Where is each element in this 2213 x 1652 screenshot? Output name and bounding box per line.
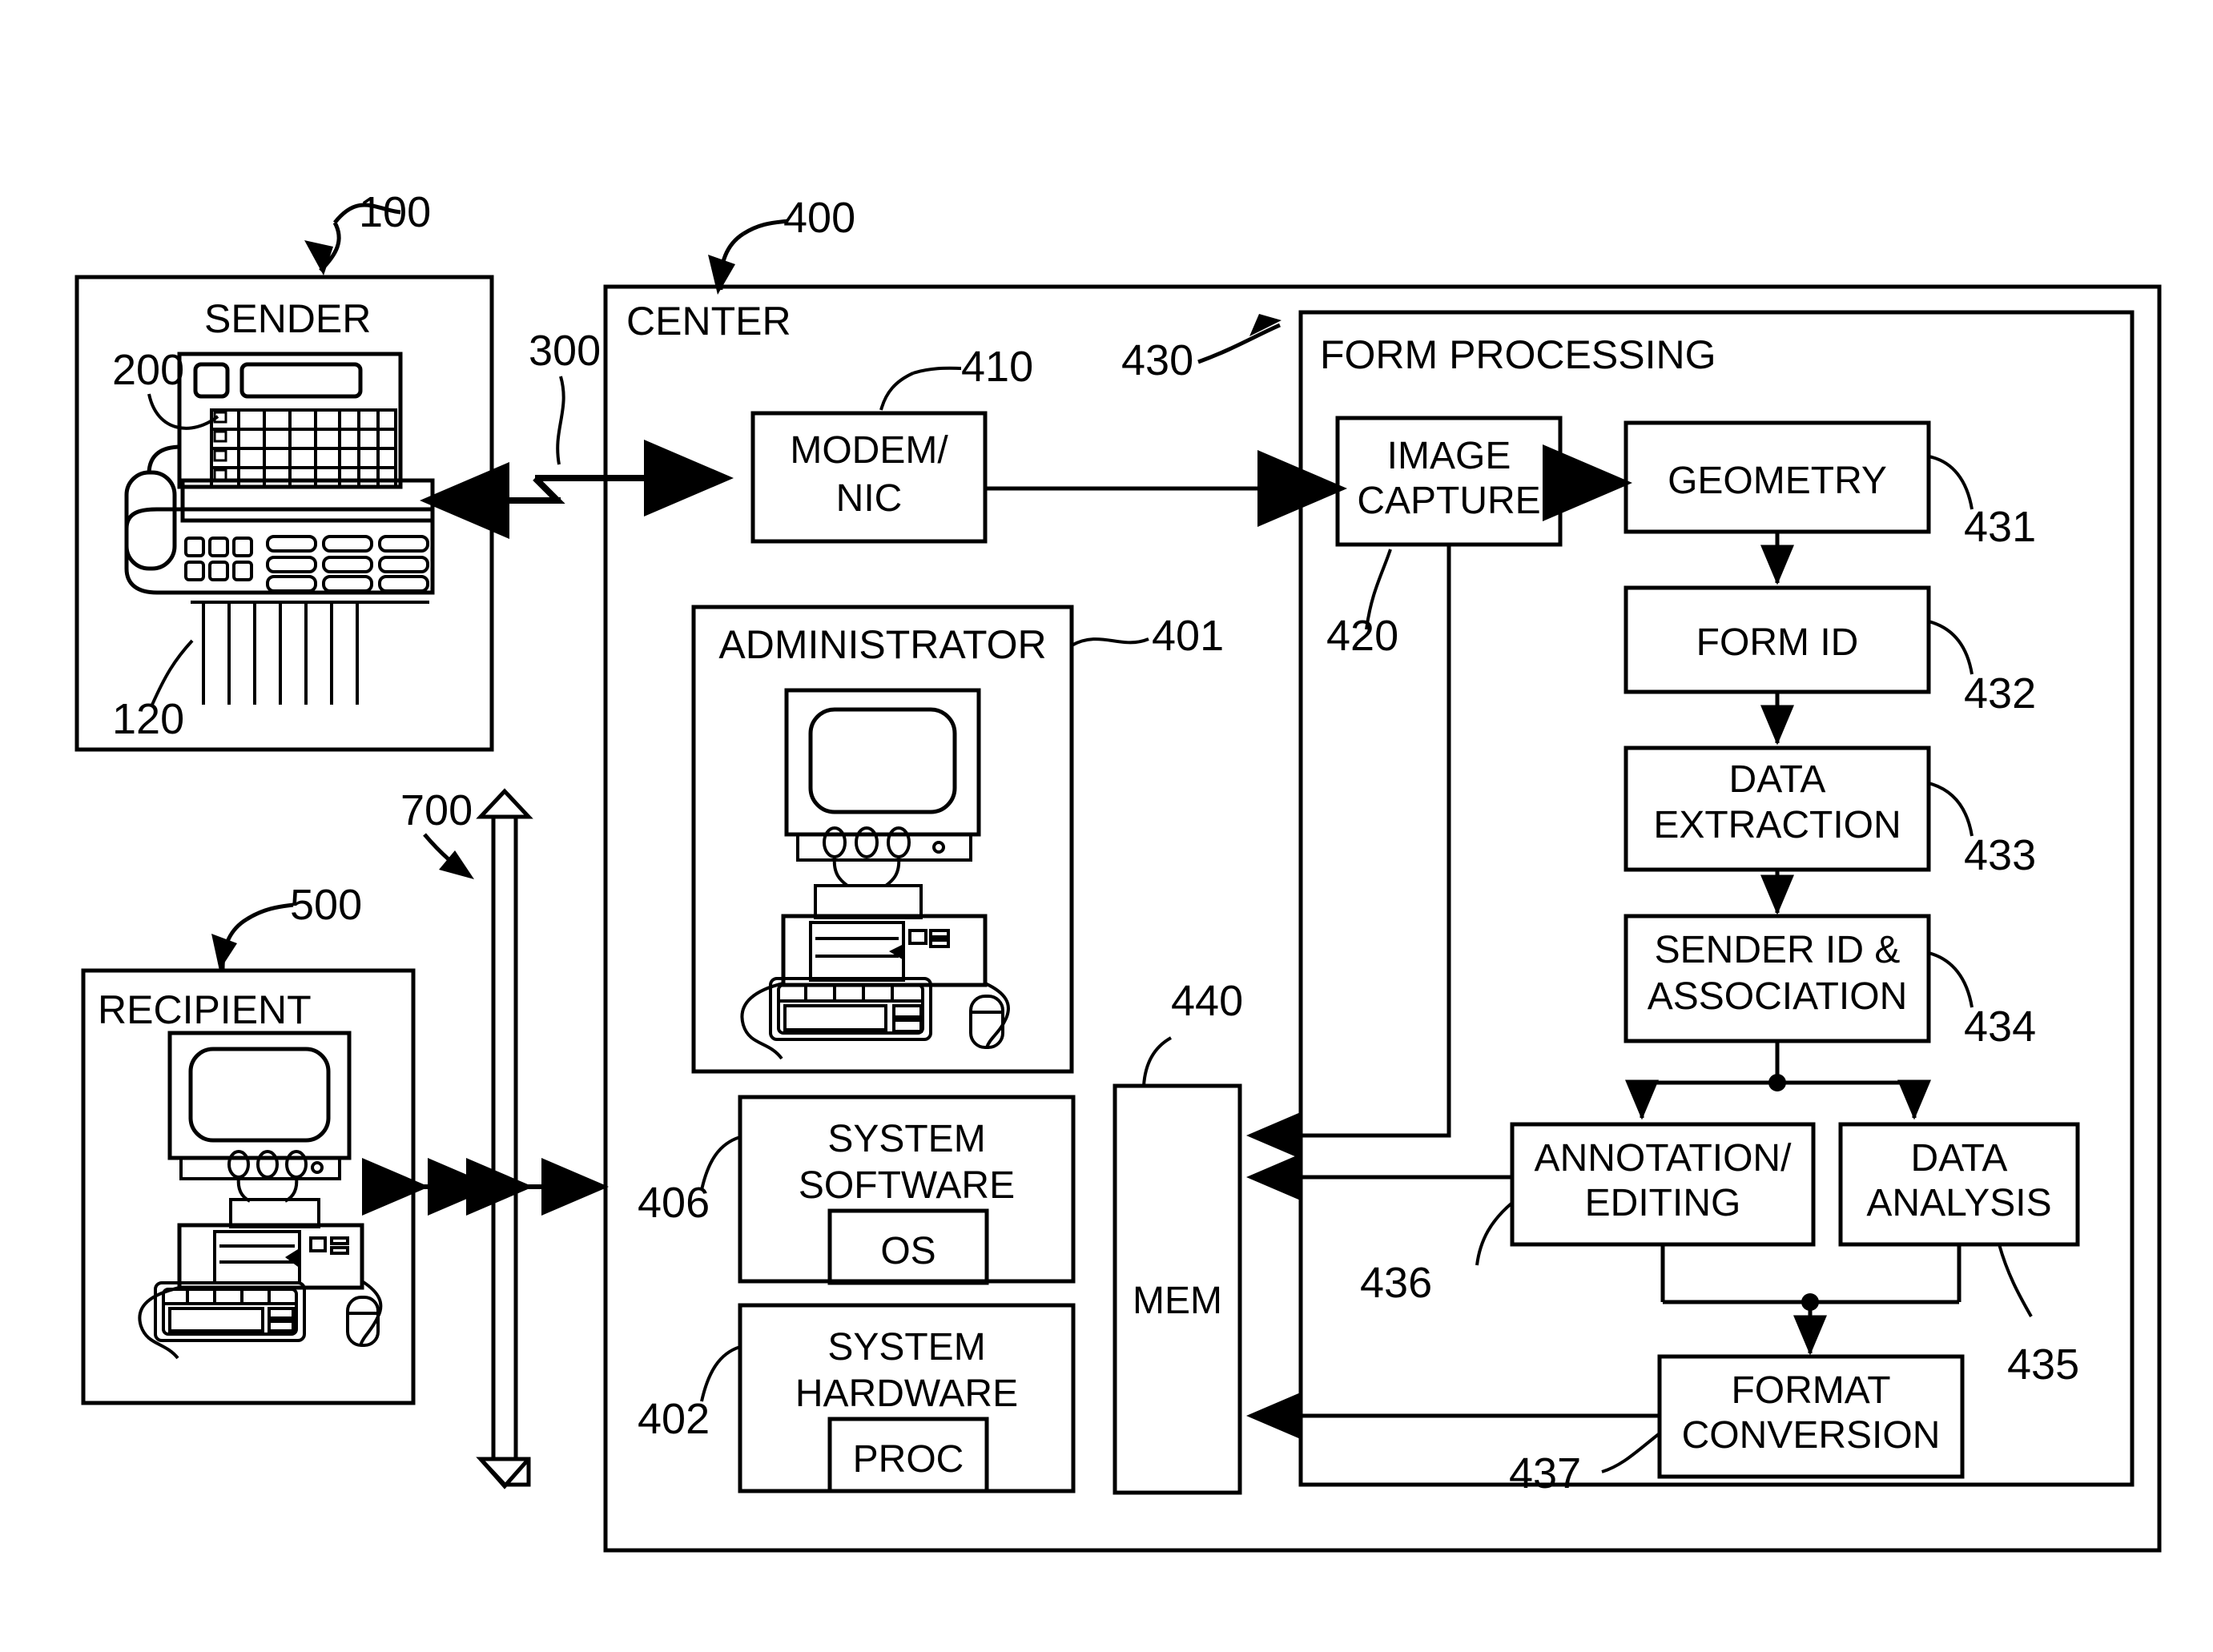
ref-300: 300 (529, 327, 601, 375)
ref-420: 420 (1326, 612, 1398, 660)
ref-100: 100 (359, 188, 431, 236)
sender-id-line1: SENDER ID & (1655, 929, 1901, 971)
system-hardware-line1: SYSTEM (827, 1326, 985, 1369)
ref-435: 435 (2007, 1340, 2079, 1389)
ref-401: 401 (1152, 612, 1224, 660)
ref-700: 700 (400, 786, 473, 834)
ref-436: 436 (1360, 1259, 1432, 1307)
data-extraction-line1: DATA (1729, 758, 1826, 801)
form-processing-title: FORM PROCESSING (1320, 332, 1716, 377)
figure-canvas: SENDER 100 200 120 300 CENTER 400 MODEM/… (0, 0, 2213, 1652)
center-title: CENTER (626, 299, 791, 344)
ref-402: 402 (638, 1395, 710, 1443)
data-extraction-line2: EXTRACTION (1653, 804, 1901, 846)
ref-431: 431 (1964, 503, 2036, 551)
data-analysis-line2: ANALYSIS (1866, 1182, 2051, 1224)
system-software-line2: SOFTWARE (799, 1164, 1015, 1207)
system-software-line1: SYSTEM (827, 1118, 985, 1160)
patent-diagram-svg: SENDER 100 200 120 300 CENTER 400 MODEM/… (0, 0, 2213, 1652)
ref-200: 200 (112, 346, 184, 394)
modem-label-line1: MODEM/ (790, 429, 948, 472)
ref-437: 437 (1509, 1449, 1581, 1497)
data-analysis-line1: DATA (1911, 1137, 2008, 1180)
modem-label-line2: NIC (836, 477, 903, 520)
ref-410: 410 (961, 343, 1033, 391)
system-hardware-line2: HARDWARE (795, 1373, 1018, 1415)
ref-430: 430 (1121, 336, 1193, 384)
geometry-label: GEOMETRY (1668, 460, 1887, 502)
format-conversion-line1: FORMAT (1731, 1369, 1890, 1412)
format-conversion-line2: CONVERSION (1682, 1414, 1941, 1457)
ref-500: 500 (290, 881, 362, 929)
image-capture-line2: CAPTURE (1357, 480, 1540, 522)
administrator-title: ADMINISTRATOR (718, 622, 1046, 667)
ref-432: 432 (1964, 669, 2036, 717)
mem-label: MEM (1133, 1280, 1222, 1322)
ref-440: 440 (1171, 977, 1243, 1025)
ref-433: 433 (1964, 831, 2036, 879)
annotation-line2: EDITING (1585, 1182, 1741, 1224)
annotation-line1: ANNOTATION/ (1535, 1137, 1793, 1180)
ref-120: 120 (112, 695, 184, 743)
ref-434: 434 (1964, 1003, 2036, 1051)
recipient-title: RECIPIENT (98, 987, 312, 1032)
sender-title: SENDER (204, 296, 371, 341)
ref-400: 400 (783, 194, 855, 242)
ref-406: 406 (638, 1179, 710, 1227)
image-capture-line1: IMAGE (1387, 435, 1511, 477)
form-id-label: FORM ID (1696, 621, 1859, 664)
sender-id-line2: ASSOCIATION (1648, 975, 1908, 1018)
os-label: OS (880, 1230, 935, 1272)
proc-label: PROC (853, 1438, 964, 1481)
